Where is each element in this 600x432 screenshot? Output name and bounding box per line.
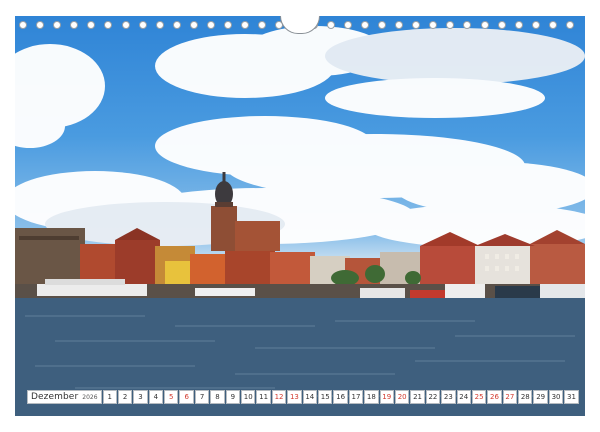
binding-hole (155, 21, 164, 29)
day-cell: 5 (164, 390, 179, 404)
binding-hole (189, 21, 198, 29)
binding-hole (241, 21, 250, 29)
binding-hole (53, 21, 62, 29)
day-cell: 27 (502, 390, 518, 404)
day-cell: 14 (302, 390, 317, 404)
binding-hole (463, 21, 472, 29)
day-cell: 16 (333, 390, 348, 404)
day-cell: 26 (487, 390, 502, 404)
binding-hole (258, 21, 267, 29)
binding-hole (87, 21, 96, 29)
binding-hole (121, 21, 130, 29)
day-cell: 23 (441, 390, 456, 404)
month-year: 2026 (82, 393, 98, 401)
day-cell: 20 (394, 390, 410, 404)
photo-illustration (15, 26, 585, 416)
day-cell: 24 (456, 390, 471, 404)
binding-hole (343, 21, 352, 29)
binding-hole (548, 21, 557, 29)
harbor-town-photo (15, 16, 585, 416)
binding-hole (326, 21, 335, 29)
day-cell: 22 (425, 390, 441, 404)
day-cell: 17 (348, 390, 364, 404)
binding-hole (36, 21, 45, 29)
day-cell: 25 (471, 390, 487, 404)
day-cell: 3 (133, 390, 148, 404)
binding-hole (207, 21, 216, 29)
day-cell: 31 (564, 390, 579, 404)
month-name: Dezember (31, 392, 79, 402)
binding-hole (224, 21, 233, 29)
calendar-page: Dezember 2026 1 2 3 4 5 6 7 8 9 10 11 12 13 14 15 16 17 1… (0, 0, 600, 432)
day-cell: 28 (518, 390, 533, 404)
day-cell: 11 (256, 390, 271, 404)
binding-hole (480, 21, 489, 29)
binding-hole (360, 21, 369, 29)
binding-hole (429, 21, 438, 29)
day-cell: 8 (210, 390, 225, 404)
day-cell: 1 (102, 390, 117, 404)
binding-hole (19, 21, 27, 29)
binding-hole (172, 21, 181, 29)
day-cell: 10 (241, 390, 256, 404)
day-cell: 18 (364, 390, 379, 404)
binding-hole (446, 21, 455, 29)
day-cell: 7 (194, 390, 210, 404)
binding-hole (531, 21, 540, 29)
binding-hole (395, 21, 404, 29)
binding-hole (412, 21, 421, 29)
month-label: Dezember 2026 (27, 390, 102, 404)
day-cell: 4 (148, 390, 164, 404)
day-cell: 9 (225, 390, 241, 404)
day-cell: 6 (179, 390, 194, 404)
day-cell: 12 (271, 390, 287, 404)
day-cell: 30 (548, 390, 564, 404)
day-cell: 13 (287, 390, 302, 404)
binding-hole (497, 21, 506, 29)
day-cell: 15 (318, 390, 333, 404)
day-cell: 21 (410, 390, 425, 404)
day-cell: 19 (379, 390, 394, 404)
day-cells: 1 2 3 4 5 6 7 8 9 10 11 12 13 14 15 16 17 18 19 20 21 22 23 24 2… (102, 390, 580, 404)
binding-hole (566, 21, 574, 29)
binding-hole (514, 21, 523, 29)
binding-hole (70, 21, 79, 29)
day-cell: 2 (117, 390, 133, 404)
binding-hole (138, 21, 147, 29)
binding-hole (377, 21, 386, 29)
binding-hole (104, 21, 113, 29)
day-cell: 29 (533, 390, 548, 404)
calendar-strip: Dezember 2026 1 2 3 4 5 6 7 8 9 10 11 12 13 14 15 16 17 1… (27, 390, 579, 404)
clouds (15, 26, 585, 248)
